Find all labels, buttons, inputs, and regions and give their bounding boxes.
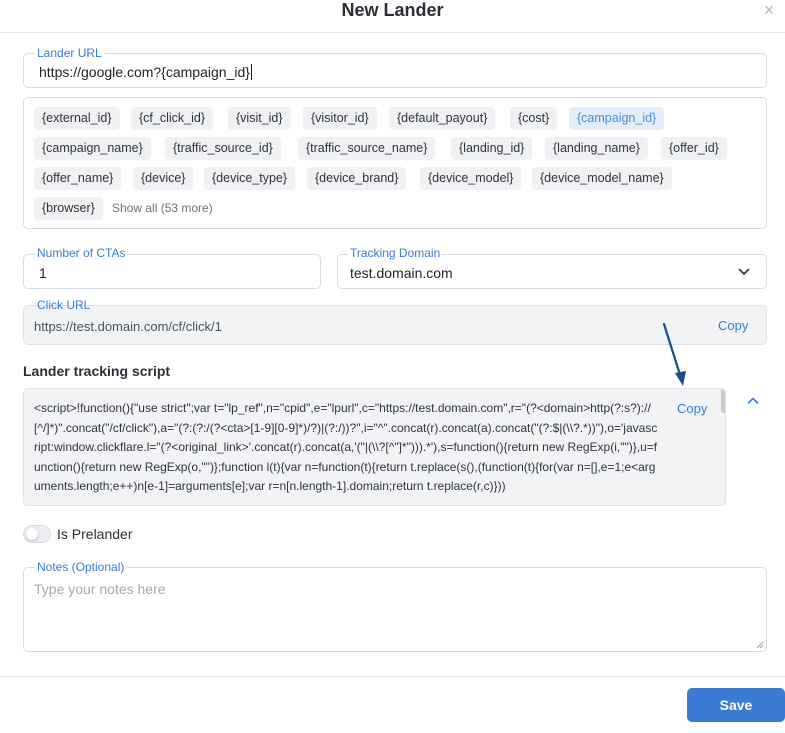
prelander-toggle[interactable] — [23, 525, 51, 543]
resize-grip-icon[interactable] — [756, 641, 764, 649]
copy-script-button[interactable]: Copy — [677, 401, 707, 416]
modal-title: New Lander — [341, 0, 444, 20]
chevron-up-icon[interactable] — [744, 392, 762, 410]
prelander-label: Is Prelander — [57, 526, 133, 542]
token-chip[interactable]: {campaign_name} — [34, 137, 151, 160]
close-button[interactable]: × — [758, 0, 780, 20]
modal-footer — [0, 676, 785, 733]
token-chip[interactable]: {traffic_source_name} — [298, 137, 436, 160]
token-chip[interactable]: {visitor_id} — [303, 107, 377, 130]
tracking-domain-value: test.domain.com — [350, 265, 453, 281]
show-all-link[interactable]: Show all (53 more) — [112, 197, 213, 220]
lander-url-value: https://google.com?{campaign_id} — [39, 64, 250, 80]
token-chip[interactable]: {device_model_name} — [532, 167, 672, 190]
close-icon: × — [763, 0, 775, 20]
lander-url-label: Lander URL — [35, 46, 104, 60]
token-chip[interactable]: {browser} — [34, 197, 103, 220]
token-chip[interactable]: {device_model} — [420, 167, 522, 190]
tracking-script-code: <script>!function(){"use strict";var t="… — [34, 401, 658, 494]
token-chip[interactable]: {landing_id} — [451, 137, 533, 160]
ctas-label: Number of CTAs — [35, 246, 128, 260]
lander-url-input[interactable]: https://google.com?{campaign_id} — [39, 63, 252, 81]
text-cursor — [250, 64, 252, 80]
modal-header: New Lander × — [0, 0, 785, 33]
tracking-script-title: Lander tracking script — [23, 363, 171, 379]
click-url-label: Click URL — [37, 298, 91, 312]
token-chip[interactable]: {landing_name} — [545, 137, 648, 160]
lander-url-field[interactable]: https://google.com?{campaign_id} — [23, 53, 767, 88]
token-list: {external_id} {cf_click_id} {visit_id} {vis… — [23, 97, 767, 229]
copy-click-url-button[interactable]: Copy — [718, 318, 748, 333]
click-url-value: https://test.domain.com/cf/click/1 — [34, 319, 222, 334]
script-scrollbar[interactable] — [721, 389, 725, 413]
tracking-script-box: <script>!function(){"use strict";var t="… — [23, 388, 726, 506]
save-button[interactable]: Save — [687, 688, 785, 722]
chevron-down-icon — [738, 268, 750, 275]
notes-input[interactable]: Type your notes here — [34, 581, 166, 597]
notes-label: Notes (Optional) — [35, 560, 127, 574]
token-chip[interactable]: {default_payout} — [389, 107, 496, 130]
toggle-knob — [26, 528, 38, 540]
token-chip[interactable]: {device} — [133, 167, 194, 190]
token-chip[interactable]: {device_brand} — [307, 167, 407, 190]
token-chip[interactable]: {cost} — [510, 107, 558, 130]
token-chip[interactable]: {device_type} — [204, 167, 296, 190]
token-chip[interactable]: {traffic_source_id} — [165, 137, 281, 160]
token-chip[interactable]: {cf_click_id} — [131, 107, 214, 130]
notes-field[interactable]: Type your notes here — [23, 567, 767, 652]
token-chip[interactable]: {offer_id} — [661, 137, 727, 160]
token-chip[interactable]: {external_id} — [34, 107, 120, 130]
tracking-domain-label: Tracking Domain — [348, 246, 443, 260]
ctas-input[interactable]: 1 — [39, 264, 47, 282]
token-chip[interactable]: {campaign_id} — [569, 107, 665, 130]
token-chip[interactable]: {offer_name} — [34, 167, 122, 190]
click-url-field: https://test.domain.com/cf/click/1 Copy — [23, 305, 767, 345]
token-chip[interactable]: {visit_id} — [228, 107, 291, 130]
